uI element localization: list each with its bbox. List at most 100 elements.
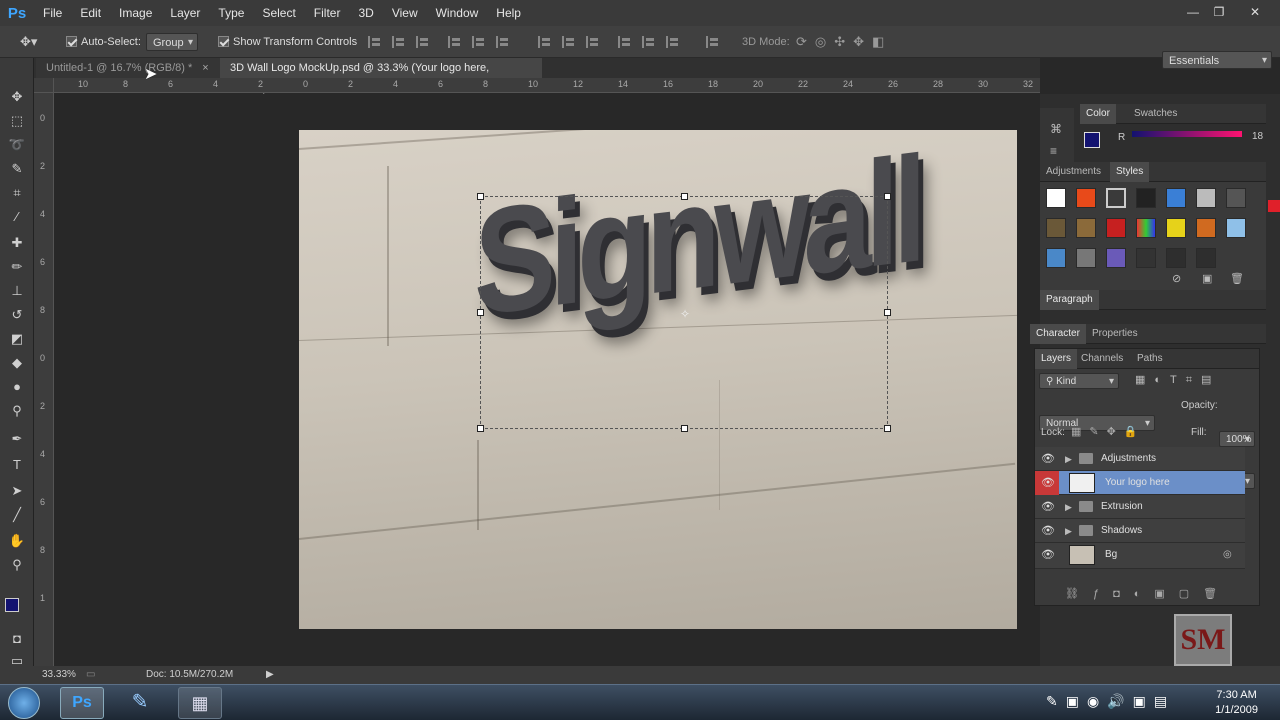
tab-properties[interactable]: Properties xyxy=(1086,324,1144,344)
style-swatch[interactable] xyxy=(1076,248,1096,268)
tab-character[interactable]: Character xyxy=(1030,324,1086,344)
opacity-input[interactable]: 100% xyxy=(1219,431,1255,448)
color-panel-swatch[interactable] xyxy=(1084,132,1100,148)
menu-image[interactable]: Image xyxy=(110,0,161,26)
layer-filter-icons[interactable]: ▦◐T⌗▤ xyxy=(1135,373,1220,387)
zoom-tool-icon[interactable]: ⚲ xyxy=(8,556,26,574)
dodge-tool-icon[interactable]: ⚲ xyxy=(8,402,26,420)
system-clock[interactable]: 7:30 AM 1/1/2009 xyxy=(1215,688,1258,718)
blur-tool-icon[interactable]: ● xyxy=(8,378,26,396)
style-swatch[interactable] xyxy=(1136,188,1156,208)
style-swatch[interactable] xyxy=(1076,218,1096,238)
tab-close-icon[interactable]: × xyxy=(202,62,208,74)
distribute-left-icon[interactable] xyxy=(618,36,632,48)
style-swatch[interactable] xyxy=(1136,248,1156,268)
style-swatch[interactable] xyxy=(1046,248,1066,268)
tab-color[interactable]: Color xyxy=(1080,104,1116,124)
status-menu-arrow-icon[interactable]: ▶ xyxy=(266,669,274,680)
smart-filter-icon[interactable]: ◎ xyxy=(1223,549,1232,560)
hand-tool-icon[interactable]: ✋ xyxy=(8,532,26,550)
visibility-eye-icon[interactable]: 👁 xyxy=(1040,477,1056,489)
style-swatch[interactable] xyxy=(1166,218,1186,238)
tab-swatches[interactable]: Swatches xyxy=(1128,104,1183,124)
menu-window[interactable]: Window xyxy=(427,0,488,26)
style-swatch[interactable] xyxy=(1196,248,1216,268)
menu-filter[interactable]: Filter xyxy=(305,0,350,26)
marquee-tool-icon[interactable]: ⬚ xyxy=(8,112,26,130)
menu-layer[interactable]: Layer xyxy=(161,0,209,26)
align-left-icon[interactable] xyxy=(448,36,462,48)
layer-row-bg[interactable]: 👁 Bg ◎ xyxy=(1035,543,1245,569)
align-bottom-icon[interactable] xyxy=(416,36,430,48)
gradient-tool-icon[interactable]: ◆ xyxy=(8,354,26,372)
lasso-tool-icon[interactable]: ➰ xyxy=(8,136,26,154)
style-swatch[interactable] xyxy=(1136,218,1156,238)
style-swatch[interactable] xyxy=(1166,188,1186,208)
distribute-right-icon[interactable] xyxy=(666,36,680,48)
clear-style-icon[interactable]: ⊘ xyxy=(1172,272,1181,285)
restore-icon[interactable]: ❐ xyxy=(1208,4,1230,20)
delete-style-icon[interactable]: 🗑 xyxy=(1230,272,1244,285)
layer-filter-kind-dropdown[interactable]: ⚲ Kind xyxy=(1039,373,1119,390)
red-swatch-tab[interactable] xyxy=(1268,200,1280,212)
expand-arrow-icon[interactable]: ▶ xyxy=(1065,495,1072,519)
tab-paths[interactable]: Paths xyxy=(1131,349,1169,369)
path-select-tool-icon[interactable]: ➤ xyxy=(8,482,26,500)
style-none-icon[interactable] xyxy=(1046,188,1066,208)
layers-footer-icons[interactable]: ⛓ƒ◘◐▣▢🗑 xyxy=(1065,587,1231,600)
align-top-icon[interactable] xyxy=(368,36,382,48)
tab-untitled-1[interactable]: Untitled-1 @ 16.7% (RGB/8) * × xyxy=(36,58,220,78)
tab-layers[interactable]: Layers xyxy=(1035,349,1078,369)
visibility-eye-icon[interactable]: 👁 xyxy=(1040,453,1056,465)
horizontal-ruler[interactable]: 108642024681012141618202224262830323436 xyxy=(54,78,1040,93)
move-tool-icon[interactable]: ✥ xyxy=(8,88,26,106)
tab-paragraph[interactable]: Paragraph xyxy=(1040,290,1099,310)
layer-row-extrusion[interactable]: 👁 ▶ Extrusion xyxy=(1035,495,1245,519)
type-tool-icon[interactable]: T xyxy=(8,456,26,474)
style-swatch[interactable] xyxy=(1106,218,1126,238)
vertical-ruler[interactable]: 0 2 4 6 8 0 2 4 6 8 1 xyxy=(34,93,54,666)
taskbar-recorder-icon[interactable]: ▦ xyxy=(178,687,222,719)
layer-row-shadows[interactable]: 👁 ▶ Shadows xyxy=(1035,519,1245,543)
visibility-eye-icon[interactable]: 👁 xyxy=(1040,549,1056,561)
visibility-eye-icon[interactable]: 👁 xyxy=(1040,525,1056,537)
style-swatch[interactable] xyxy=(1196,188,1216,208)
zoom-level[interactable]: 33.33% xyxy=(42,669,76,680)
menu-help[interactable]: Help xyxy=(487,0,530,26)
style-swatch[interactable] xyxy=(1106,188,1126,208)
distribute-top-icon[interactable] xyxy=(538,36,552,48)
stamp-tool-icon[interactable]: ⊥ xyxy=(8,282,26,300)
tab-channels[interactable]: Channels xyxy=(1075,349,1129,369)
style-swatch[interactable] xyxy=(1046,218,1066,238)
show-transform-checkbox[interactable]: Show Transform Controls xyxy=(218,33,357,51)
distribute-vcenter-icon[interactable] xyxy=(562,36,576,48)
menu-edit[interactable]: Edit xyxy=(71,0,110,26)
taskbar-photoshop-icon[interactable]: Ps xyxy=(60,687,104,719)
align-right-icon[interactable] xyxy=(496,36,510,48)
minimize-icon[interactable]: — xyxy=(1182,4,1204,20)
taskbar-notepad-icon[interactable]: ✎ xyxy=(118,687,162,719)
distribute-bottom-icon[interactable] xyxy=(586,36,600,48)
quick-mask-icon[interactable]: ◘ xyxy=(8,630,26,648)
expand-arrow-icon[interactable]: ▶ xyxy=(1065,447,1072,471)
visibility-eye-icon[interactable]: 👁 xyxy=(1040,501,1056,513)
layer-row-your-logo-here[interactable]: 👁 Your logo here xyxy=(1035,471,1245,495)
align-vcenter-icon[interactable] xyxy=(392,36,406,48)
eraser-tool-icon[interactable]: ◩ xyxy=(8,330,26,348)
style-swatch[interactable] xyxy=(1226,188,1246,208)
tab-3d-wall-logo[interactable]: 3D Wall Logo MockUp.psd @ 33.3% (Your lo… xyxy=(220,58,542,94)
crop-tool-icon[interactable]: ⌗ xyxy=(8,184,26,202)
auto-select-checkbox[interactable]: Auto-Select: xyxy=(66,33,141,51)
move-tool-preset-icon[interactable]: ✥▾ xyxy=(20,33,44,51)
auto-select-target-dropdown[interactable]: Group xyxy=(146,33,198,52)
style-swatch[interactable] xyxy=(1196,218,1216,238)
workspace-dropdown[interactable]: Essentials xyxy=(1162,51,1272,70)
foreground-color-swatch[interactable] xyxy=(5,598,19,612)
ruler-origin[interactable] xyxy=(34,78,54,93)
align-hcenter-icon[interactable] xyxy=(472,36,486,48)
close-window-icon[interactable]: ✕ xyxy=(1244,4,1266,20)
new-style-icon[interactable]: ▣ xyxy=(1202,272,1212,285)
history-brush-icon[interactable]: ↺ xyxy=(8,306,26,324)
system-tray-icons[interactable]: ✎▣◉🔊▣▤ xyxy=(1046,693,1175,710)
pen-tool-icon[interactable]: ✒ xyxy=(8,430,26,448)
